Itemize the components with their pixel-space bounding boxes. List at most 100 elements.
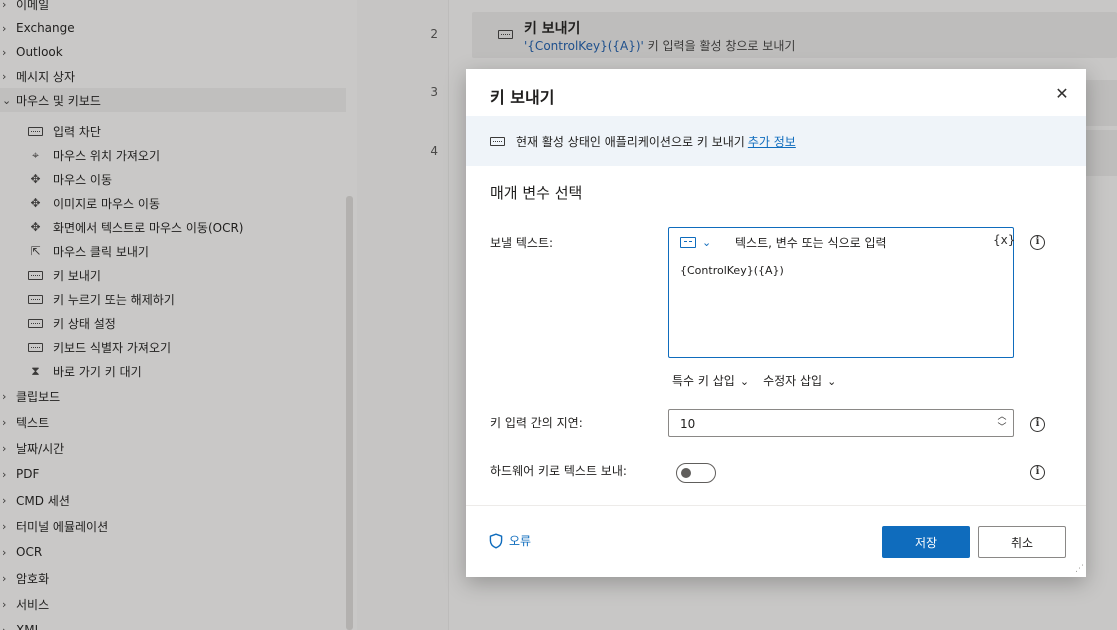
insert-modifier-button[interactable]: 수정자 삽입 ⌄ [763, 372, 836, 389]
hardware-keys-toggle[interactable] [676, 463, 716, 483]
cancel-button[interactable]: 취소 [978, 526, 1066, 558]
sidebar-group[interactable]: › 이메일 [0, 0, 346, 16]
sidebar-group[interactable]: ⌄ 마우스 및 키보드 [0, 88, 346, 112]
keyboard-icon [28, 294, 43, 304]
text-type-icon [680, 237, 696, 248]
chevron-right-icon: › [2, 597, 7, 611]
info-icon[interactable]: i [1030, 235, 1045, 250]
chevron-right-icon: › [2, 0, 7, 11]
variable-picker-button[interactable]: {x} [993, 233, 1015, 247]
sidebar-group[interactable]: › 서비스 [0, 592, 346, 616]
action-icon: ⇱ [27, 244, 44, 258]
sidebar-group-label: CMD 세션 [16, 493, 70, 508]
sidebar-action-item[interactable]: 키 상태 설정 [0, 311, 346, 335]
chevron-up-icon[interactable]: ︿ [997, 412, 1006, 423]
sidebar-group[interactable]: › Outlook [0, 40, 346, 64]
sidebar-action-label: 마우스 위치 가져오기 [53, 148, 160, 163]
chevron-down-icon[interactable]: ﹀ [997, 423, 1006, 434]
chevron-down-icon: ⌄ [2, 93, 12, 107]
delay-stepper[interactable]: ︿ ﹀ [995, 412, 1009, 434]
chevron-right-icon: › [2, 415, 7, 429]
chevron-right-icon: › [2, 45, 7, 59]
sidebar-action-label: 마우스 이동 [53, 172, 113, 187]
sidebar-group-label: 클립보드 [16, 389, 61, 404]
sidebar-action-item[interactable]: 키보드 식별자 가져오기 [0, 335, 346, 359]
delay-value[interactable]: 10 [680, 417, 695, 431]
resize-grip-icon[interactable]: ⋰ [1072, 563, 1084, 575]
sidebar-action-item[interactable]: ✥ 화면에서 텍스트로 마우스 이동(OCR) [0, 215, 346, 239]
sidebar-action-label: 이미지로 마우스 이동 [53, 196, 160, 211]
sidebar-action-item[interactable]: ⧗ 바로 가기 키 대기 [0, 359, 346, 383]
more-info-link[interactable]: 추가 정보 [748, 133, 796, 150]
action-icon [27, 124, 44, 138]
actions-scrollbar[interactable] [346, 196, 353, 630]
sidebar-group-label: 서비스 [16, 597, 50, 612]
sidebar-group[interactable]: › 터미널 에뮬레이션 [0, 514, 346, 538]
flow-step-title: 키 보내기 [524, 21, 581, 37]
action-icon: ⧗ [27, 364, 44, 378]
action-icon: ✥ [27, 220, 44, 234]
text-to-send-input[interactable]: ⌄ 텍스트, 변수 또는 식으로 입력 {x} {ControlKey}({A}… [668, 227, 1015, 358]
flow-step-edge[interactable] [1086, 80, 1117, 126]
sidebar-group[interactable]: › 클립보드 [0, 384, 346, 408]
sidebar-group-label: 이메일 [16, 0, 50, 12]
save-button[interactable]: 저장 [882, 526, 970, 558]
dialog-divider [466, 505, 1086, 506]
sidebar-group[interactable]: › 암호화 [0, 566, 346, 590]
toggle-knob [681, 468, 691, 478]
insert-modifier-label: 수정자 삽입 [763, 374, 823, 388]
text-to-send-value[interactable]: {ControlKey}({A}) [680, 264, 784, 277]
insert-special-key-button[interactable]: 특수 키 삽입 ⌄ [672, 372, 749, 389]
sidebar-group-label: OCR [16, 545, 43, 559]
mouse-move-icon: ✥ [30, 220, 41, 234]
sidebar-group[interactable]: › CMD 세션 [0, 488, 346, 512]
close-icon[interactable]: ✕ [1052, 84, 1072, 104]
chevron-right-icon: › [2, 441, 7, 455]
info-icon[interactable]: i [1030, 417, 1045, 432]
chevron-down-icon: ⌄ [702, 236, 712, 249]
sidebar-action-item[interactable]: 키 보내기 [0, 263, 346, 287]
sidebar-group[interactable]: › 텍스트 [0, 410, 346, 434]
info-icon[interactable]: i [1030, 465, 1045, 480]
keyboard-icon [490, 136, 505, 146]
sidebar-action-item[interactable]: ⌖ 마우스 위치 가져오기 [0, 143, 346, 167]
dialog-title: 키 보내기 [490, 88, 555, 107]
chevron-right-icon: › [2, 623, 7, 630]
sidebar-group[interactable]: › OCR [0, 540, 346, 564]
sidebar-action-label: 키 상태 설정 [53, 316, 116, 331]
sidebar-group-label: 마우스 및 키보드 [16, 93, 101, 108]
sidebar-action-item[interactable]: 키 누르기 또는 해제하기 [0, 287, 346, 311]
keyboard-icon [28, 342, 43, 352]
delay-input[interactable]: 10 ︿ ﹀ [668, 409, 1014, 437]
sidebar-action-item[interactable]: ⇱ 마우스 클릭 보내기 [0, 239, 346, 263]
sidebar-group[interactable]: › 메시지 상자 [0, 64, 346, 88]
mouse-click-icon: ⇱ [30, 244, 41, 258]
sidebar-group[interactable]: › XML [0, 618, 346, 630]
flow-step-edge[interactable] [1086, 130, 1117, 176]
chevron-right-icon: › [2, 21, 7, 35]
input-type-dropdown[interactable]: ⌄ [680, 236, 711, 249]
flow-step-send-keys[interactable]: 키 보내기 '{ControlKey}({A})' 키 입력을 활성 창으로 보… [472, 12, 1117, 58]
sidebar-action-item[interactable]: ✥ 마우스 이동 [0, 167, 346, 191]
info-bar: 현재 활성 상태인 애플리케이션으로 키 보내기 추가 정보 [466, 116, 1086, 166]
action-icon [27, 292, 44, 306]
line-number: 2 [430, 27, 438, 41]
sidebar-action-label: 키보드 식별자 가져오기 [53, 340, 172, 355]
action-icon: ✥ [27, 172, 44, 186]
action-icon [27, 316, 44, 330]
sidebar-group[interactable]: › 날짜/시간 [0, 436, 346, 460]
sidebar-action-item[interactable]: ✥ 이미지로 마우스 이동 [0, 191, 346, 215]
sidebar-action-label: 마우스 클릭 보내기 [53, 244, 149, 259]
sidebar-group-label: 날짜/시간 [16, 441, 65, 456]
actions-panel: › 이메일 › Exchange › Outlook › 메시지 상자 ⌄ 마우스 및 키보드입력… [0, 0, 357, 630]
sidebar-action-label: 입력 차단 [53, 124, 101, 139]
sidebar-action-item[interactable]: 입력 차단 [0, 119, 346, 143]
action-icon [27, 340, 44, 354]
errors-label: 오류 [509, 534, 532, 548]
sidebar-group-label: 텍스트 [16, 415, 50, 430]
keyboard-icon [28, 270, 43, 280]
keyboard-icon [28, 318, 43, 328]
errors-link[interactable]: 오류 [488, 532, 531, 549]
sidebar-group[interactable]: › PDF [0, 462, 346, 486]
sidebar-group[interactable]: › Exchange [0, 16, 346, 40]
